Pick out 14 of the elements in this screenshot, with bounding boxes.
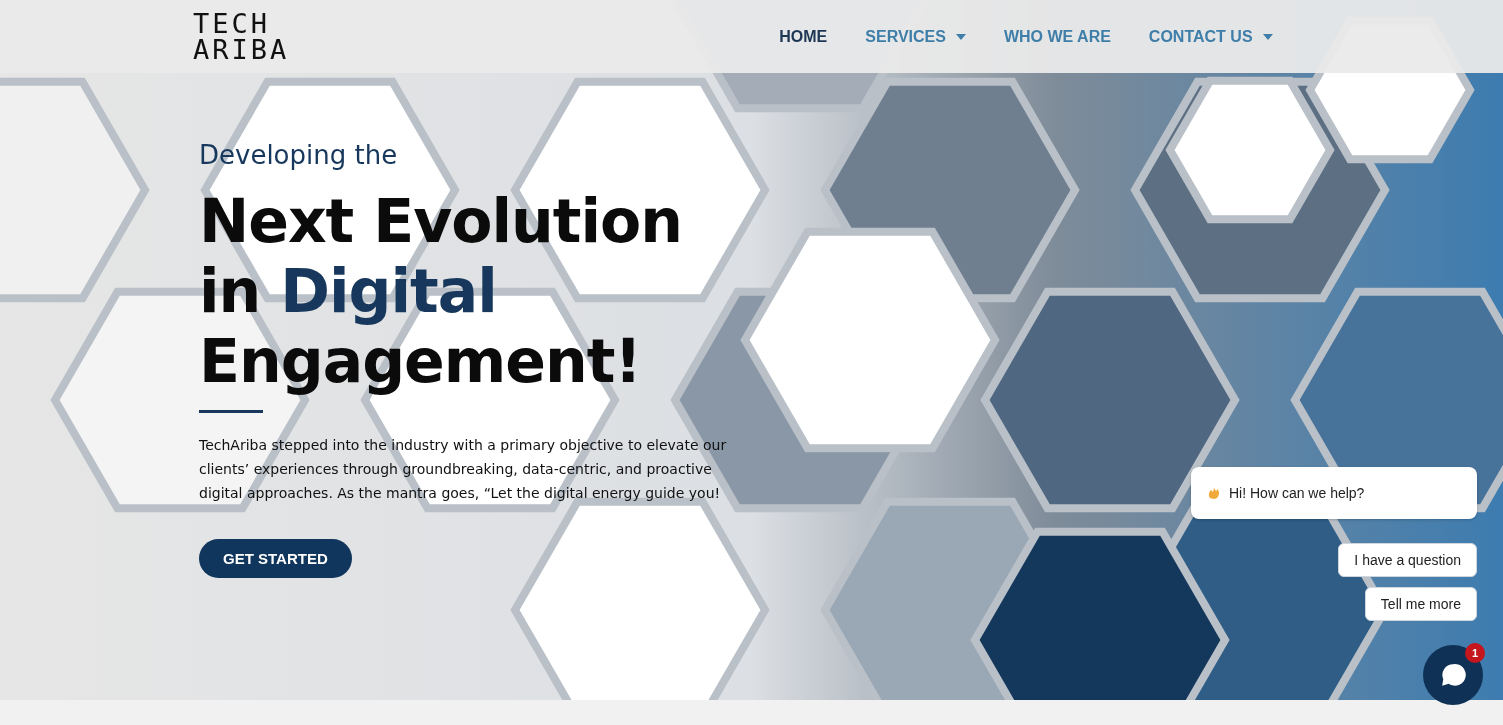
- hero-kicker: Developing the: [199, 140, 398, 170]
- nav-link[interactable]: HOME: [779, 27, 828, 46]
- get-started-button[interactable]: GET STARTED: [199, 539, 352, 578]
- speech-bubble-icon: [1440, 662, 1466, 688]
- hero-headline: Next Evolution in Digital Engagement!: [199, 186, 683, 396]
- caret-icon: [955, 33, 966, 40]
- logo[interactable]: TECH ARIBA: [193, 10, 290, 63]
- quick-reply-button[interactable]: I have a question: [1338, 543, 1477, 577]
- nav-link[interactable]: WHO WE ARE: [1003, 27, 1111, 46]
- caret-icon: [1262, 33, 1273, 40]
- hero-paragraph: TechAriba stepped into the industry with a primary objective to elevate our clients’ experiences through groundbreaking, data-centric, and proactive digital approaches. As the mantra goes, “Let the digital energy guide you!: [199, 436, 728, 503]
- nav-link[interactable]: SERVICES: [865, 27, 966, 46]
- quick-reply-button[interactable]: Tell me more: [1364, 587, 1477, 621]
- chat-greeting: Hi! How can we help?: [1229, 485, 1365, 501]
